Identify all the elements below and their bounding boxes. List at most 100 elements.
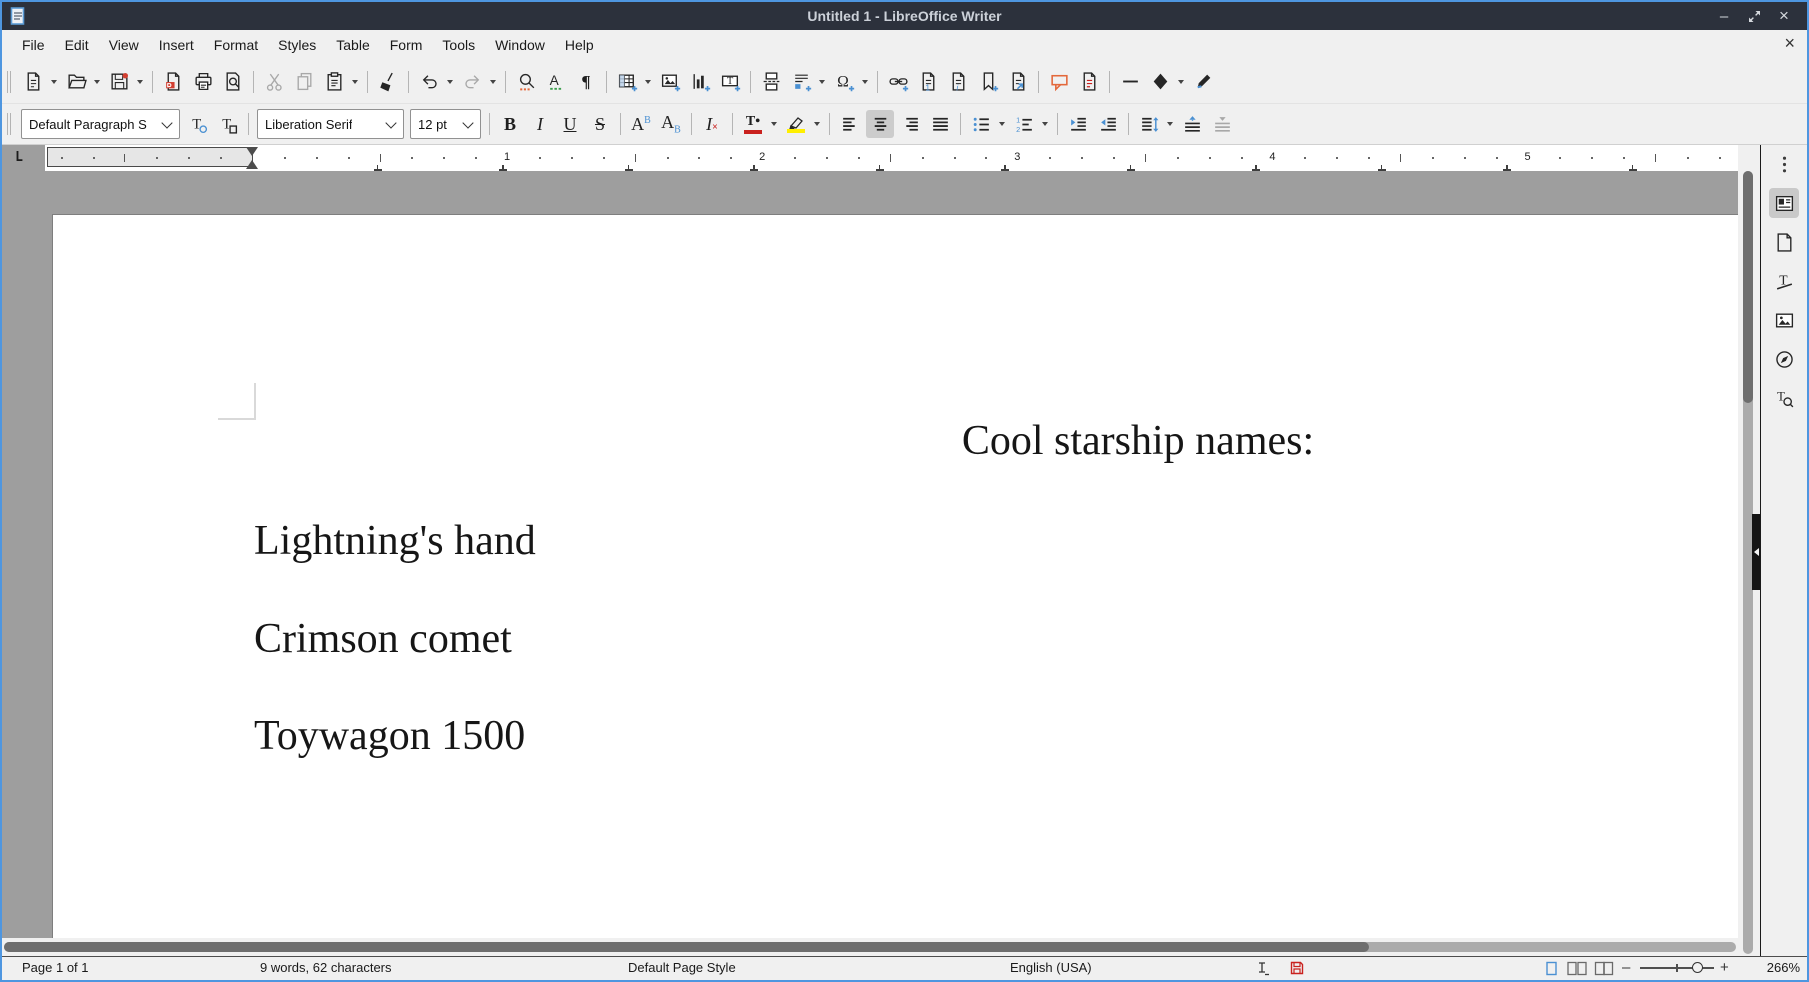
sidebar-tab-navigator[interactable] [1769, 344, 1799, 374]
indent-marker[interactable] [246, 145, 259, 171]
bullet-list-dropdown-arrow[interactable] [996, 110, 1007, 138]
sidebar-tab-page[interactable] [1769, 227, 1799, 257]
horizontal-line-button[interactable] [1116, 68, 1144, 96]
open-file-button[interactable] [62, 68, 90, 96]
undo-button[interactable] [415, 68, 443, 96]
formatting-marks-button[interactable]: ¶ [572, 68, 600, 96]
restore-icon[interactable] [1743, 5, 1765, 27]
underline-button[interactable]: U [556, 110, 584, 138]
insert-comment-button[interactable] [1045, 68, 1073, 96]
find-replace-button[interactable] [512, 68, 540, 96]
numbered-list-button[interactable]: 12 [1010, 110, 1038, 138]
superscript-button[interactable]: AB [627, 110, 655, 138]
align-left-button[interactable] [836, 110, 864, 138]
spelling-button[interactable]: A [542, 68, 570, 96]
zoom-in-icon[interactable]: + [1720, 959, 1729, 976]
paste-button[interactable] [320, 68, 348, 96]
zoom-slider-handle[interactable] [1692, 962, 1703, 973]
selection-mode-icon[interactable] [1255, 961, 1270, 979]
menu-form[interactable]: Form [380, 33, 433, 57]
insert-textbox-button[interactable]: T [716, 68, 744, 96]
view-single-page-icon[interactable] [1545, 961, 1558, 979]
word-count[interactable]: 9 words, 62 characters [260, 960, 392, 975]
zoom-out-icon[interactable]: – [1622, 959, 1630, 976]
draw-functions-button[interactable] [1189, 68, 1217, 96]
line-spacing-button[interactable] [1135, 110, 1163, 138]
align-right-button[interactable] [896, 110, 924, 138]
document-page[interactable]: Cool starship names: Lightning's hand Cr… [52, 214, 1738, 938]
menu-tools[interactable]: Tools [432, 33, 485, 57]
menu-window[interactable]: Window [485, 33, 555, 57]
page-style[interactable]: Default Page Style [628, 960, 736, 975]
numbered-list-dropdown-arrow[interactable] [1039, 110, 1050, 138]
increase-indent-button[interactable] [1064, 110, 1092, 138]
print-button[interactable] [189, 68, 217, 96]
close-window-icon[interactable]: × [1773, 5, 1795, 27]
document-text-line[interactable]: Lightning's hand [254, 520, 536, 562]
document-heading[interactable]: Cool starship names: [53, 420, 1738, 462]
bold-button[interactable]: B [496, 110, 524, 138]
basic-shapes-dropdown-arrow[interactable] [1175, 68, 1186, 96]
basic-shapes-button[interactable] [1146, 68, 1174, 96]
increase-para-spacing-button[interactable] [1178, 110, 1206, 138]
close-document-icon[interactable]: × [1784, 34, 1795, 52]
page-break-button[interactable] [757, 68, 785, 96]
zoom-slider[interactable] [1640, 967, 1714, 969]
open-file-dropdown-arrow[interactable] [91, 68, 102, 96]
ruler-strip[interactable]: 12345 [45, 145, 1739, 172]
clear-formatting-button[interactable]: I× [698, 110, 726, 138]
view-multi-page-icon[interactable] [1567, 961, 1587, 979]
insert-image-button[interactable] [656, 68, 684, 96]
minimize-icon[interactable]: – [1713, 5, 1735, 27]
insert-chart-button[interactable] [686, 68, 714, 96]
insert-hyperlink-button[interactable] [884, 68, 912, 96]
new-document-button[interactable] [19, 68, 47, 96]
insert-footnote-button[interactable]: 1 [914, 68, 942, 96]
menu-edit[interactable]: Edit [55, 33, 99, 57]
font-color-button[interactable]: T• [739, 110, 767, 138]
vscroll-thumb[interactable] [1743, 171, 1753, 403]
sidebar-tab-style-inspector[interactable]: T [1769, 383, 1799, 413]
paragraph-style-combo[interactable]: Default Paragraph S [21, 109, 180, 139]
save-dropdown-arrow[interactable] [134, 68, 145, 96]
menu-styles[interactable]: Styles [268, 33, 326, 57]
tab-stop-type-selector[interactable]: L [10, 148, 28, 166]
menu-table[interactable]: Table [326, 33, 379, 57]
hscroll-thumb[interactable] [4, 942, 1369, 952]
document-text-line[interactable]: Toywagon 1500 [254, 715, 525, 757]
bullet-list-button[interactable] [967, 110, 995, 138]
sidebar-tab-styles[interactable]: T [1769, 266, 1799, 296]
subscript-button[interactable]: AB [657, 110, 685, 138]
text-language[interactable]: English (USA) [1010, 960, 1092, 975]
new-document-dropdown-arrow[interactable] [48, 68, 59, 96]
align-center-button[interactable] [866, 110, 894, 138]
line-spacing-dropdown-arrow[interactable] [1164, 110, 1175, 138]
page-count[interactable]: Page 1 of 1 [22, 960, 89, 975]
menu-format[interactable]: Format [204, 33, 268, 57]
insert-endnote-button[interactable]: i [944, 68, 972, 96]
sidebar-tab-gallery[interactable] [1769, 305, 1799, 335]
special-character-button[interactable]: Ω [830, 68, 858, 96]
highlight-color-dropdown-arrow[interactable] [811, 110, 822, 138]
font-size-combo[interactable]: 12 pt [410, 109, 481, 139]
sidebar-tab-properties[interactable] [1769, 188, 1799, 218]
font-color-dropdown-arrow[interactable] [768, 110, 779, 138]
toolbar-grip[interactable] [7, 113, 11, 135]
zoom-level[interactable]: 266% [1754, 960, 1800, 975]
special-character-dropdown-arrow[interactable] [859, 68, 870, 96]
track-changes-button[interactable] [1075, 68, 1103, 96]
decrease-indent-button[interactable] [1094, 110, 1122, 138]
view-book-icon[interactable] [1594, 961, 1614, 979]
sidebar-hide-handle[interactable] [1752, 514, 1760, 590]
sidebar-tab-sidebar-settings[interactable] [1769, 149, 1799, 179]
paste-dropdown-arrow[interactable] [349, 68, 360, 96]
menu-help[interactable]: Help [555, 33, 604, 57]
new-style-button[interactable]: T [214, 110, 242, 138]
document-text-line[interactable]: Crimson comet [254, 618, 512, 660]
toolbar-grip[interactable] [7, 71, 11, 93]
font-name-combo[interactable]: Liberation Serif [257, 109, 404, 139]
cross-reference-button[interactable] [1004, 68, 1032, 96]
menu-view[interactable]: View [99, 33, 149, 57]
insert-bookmark-button[interactable] [974, 68, 1002, 96]
insert-field-dropdown-arrow[interactable] [816, 68, 827, 96]
